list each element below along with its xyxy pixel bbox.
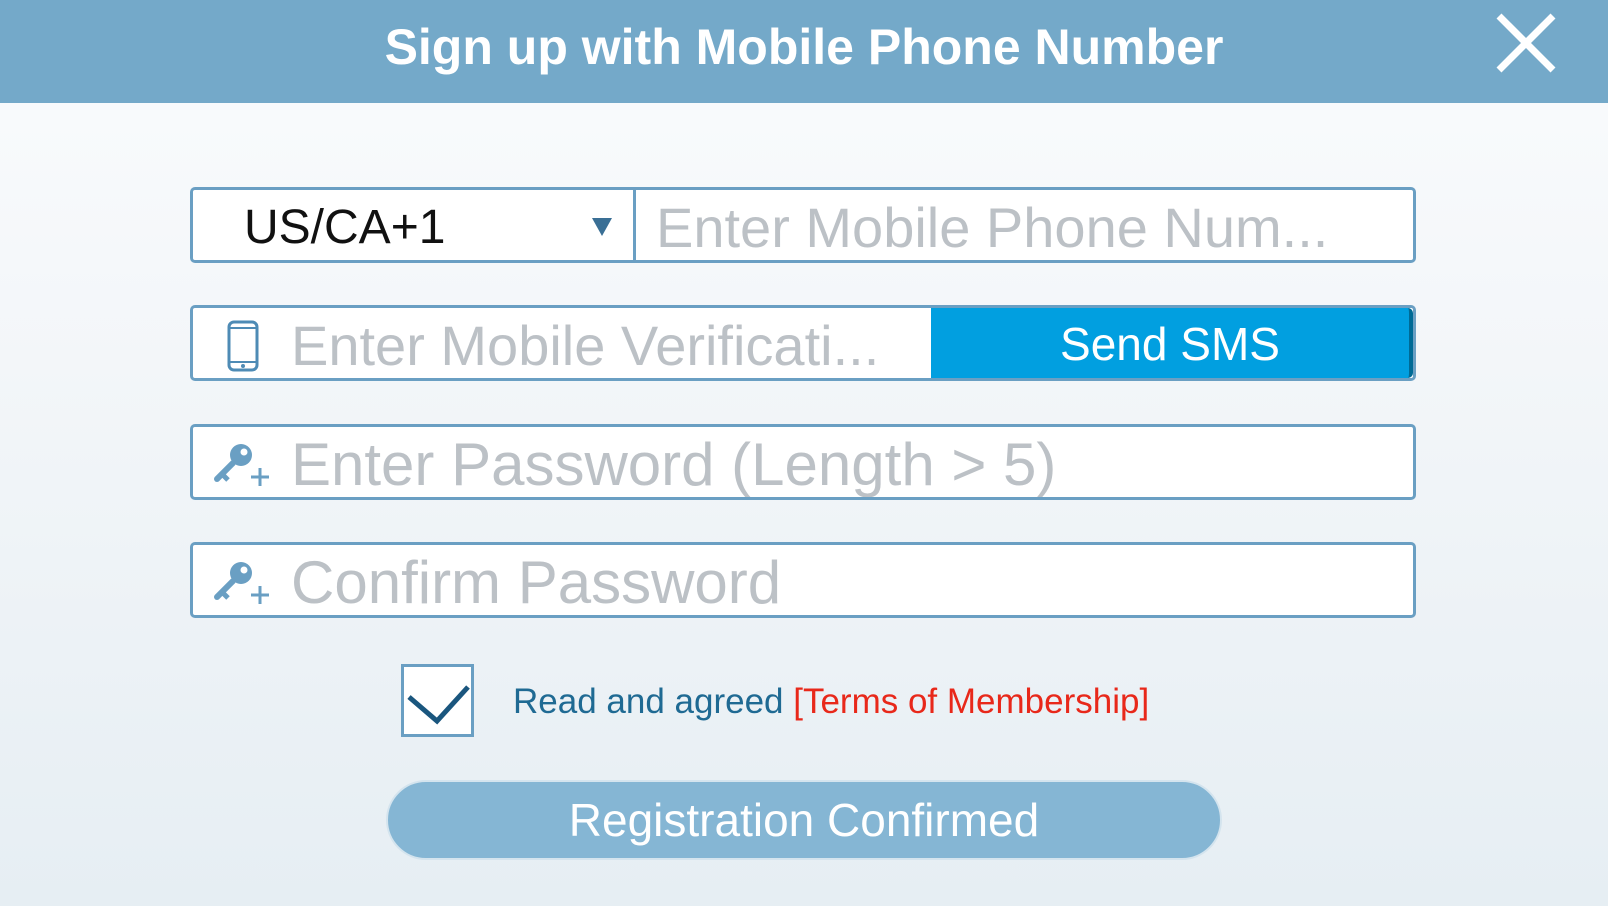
agreement-label: Read and agreed [Terms of Membership] [513, 678, 1149, 726]
registration-confirmed-button[interactable]: Registration Confirmed [386, 780, 1222, 860]
agreement-text: Read and agreed [513, 682, 794, 721]
page-title: Sign up with Mobile Phone Number [384, 19, 1224, 75]
confirm-password-row: Confirm Password [190, 542, 1416, 618]
password-input[interactable]: Enter Password (Length > 5) [291, 427, 1391, 497]
phone-number-input[interactable]: Enter Mobile Phone Num... [656, 190, 1396, 260]
country-code-select[interactable]: US/CA+1 [193, 190, 636, 260]
password-row: Enter Password (Length > 5) [190, 424, 1416, 500]
phone-number-row: US/CA+1 Enter Mobile Phone Num... [190, 187, 1416, 263]
country-code-value: US/CA+1 [244, 201, 446, 254]
mobile-phone-icon [227, 320, 261, 378]
close-button[interactable] [1493, 10, 1559, 76]
header-bar: Sign up with Mobile Phone Number [0, 0, 1608, 103]
confirm-password-input[interactable]: Confirm Password [291, 545, 1391, 615]
terms-of-membership-link[interactable]: [Terms of Membership] [793, 682, 1149, 721]
verification-row: Enter Mobile Verificati... Send SMS [190, 305, 1416, 381]
verification-code-input[interactable]: Enter Mobile Verificati... [291, 308, 927, 378]
dropdown-caret-icon [592, 218, 612, 236]
key-add-icon [211, 439, 269, 496]
agreement-checkbox[interactable] [401, 664, 474, 737]
key-add-icon [211, 557, 269, 614]
checkmark-icon [407, 685, 470, 725]
send-sms-button[interactable]: Send SMS [931, 308, 1413, 378]
close-icon [1496, 13, 1556, 73]
